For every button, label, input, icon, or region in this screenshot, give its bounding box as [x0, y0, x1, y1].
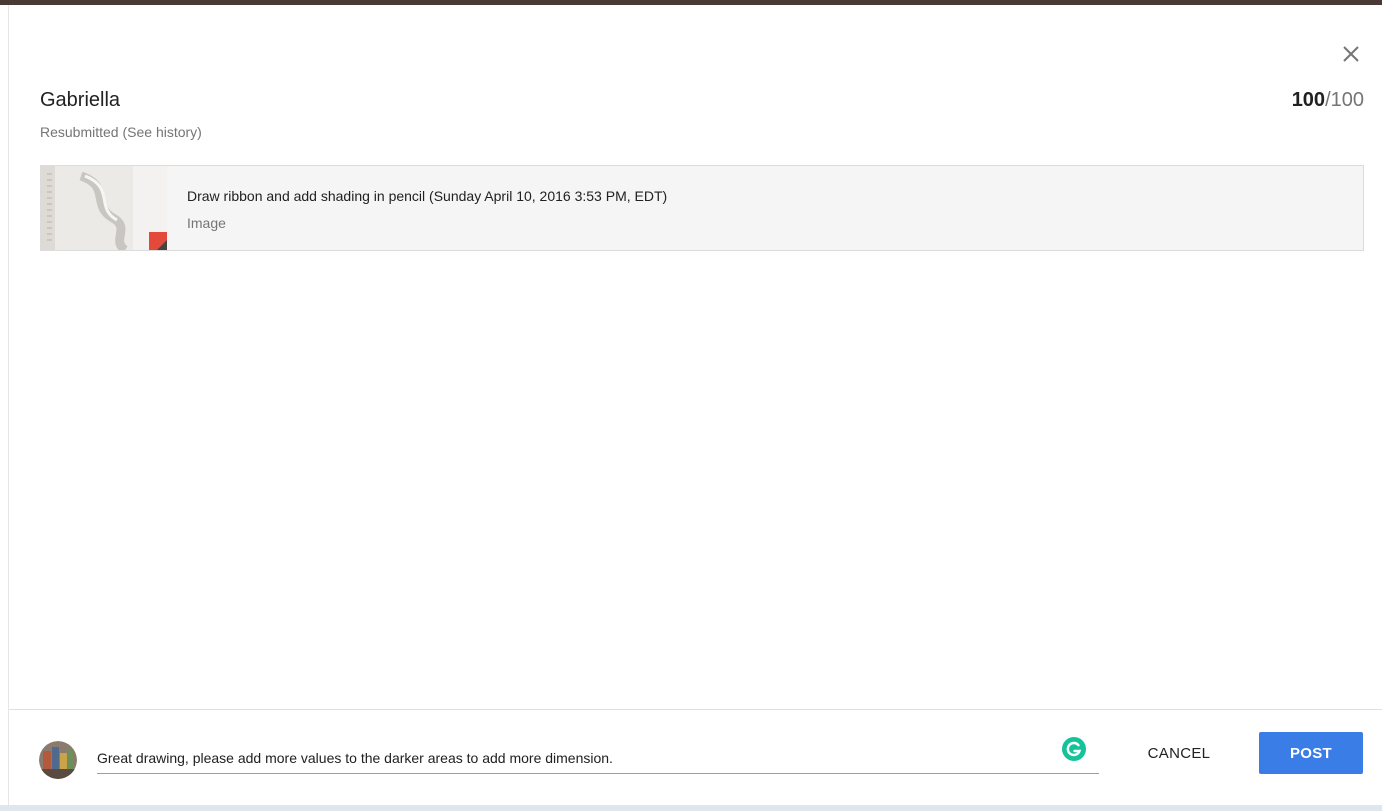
attachment-thumbnail[interactable] [41, 166, 167, 250]
close-icon[interactable] [1338, 41, 1364, 67]
student-name: Gabriella [40, 89, 121, 111]
grammarly-button[interactable] [1062, 737, 1086, 761]
attachment-type: Image [187, 215, 226, 231]
footer-divider [9, 709, 1382, 710]
window-bottom-strip [0, 805, 1382, 811]
grading-dialog: Gabriella Resubmitted (See history) 100/… [9, 5, 1382, 805]
submission-status[interactable]: Resubmitted (See history) [40, 124, 202, 140]
attachment-card[interactable]: Draw ribbon and add shading in pencil (S… [40, 165, 1364, 251]
grade-max: 100 [1330, 89, 1364, 111]
user-avatar-icon [39, 741, 77, 779]
post-button[interactable]: POST [1259, 732, 1363, 774]
grade-display: 100/100 [1292, 89, 1364, 112]
grade-value: 100 [1291, 89, 1326, 111]
cancel-button[interactable]: CANCEL [1137, 733, 1221, 773]
drawing-thumbnail-icon [41, 166, 167, 250]
attachment-title[interactable]: Draw ribbon and add shading in pencil (S… [187, 188, 667, 204]
comment-input[interactable] [97, 743, 1099, 774]
close-button[interactable] [1338, 41, 1364, 67]
grammarly-icon[interactable] [1062, 737, 1086, 761]
avatar [39, 741, 77, 779]
